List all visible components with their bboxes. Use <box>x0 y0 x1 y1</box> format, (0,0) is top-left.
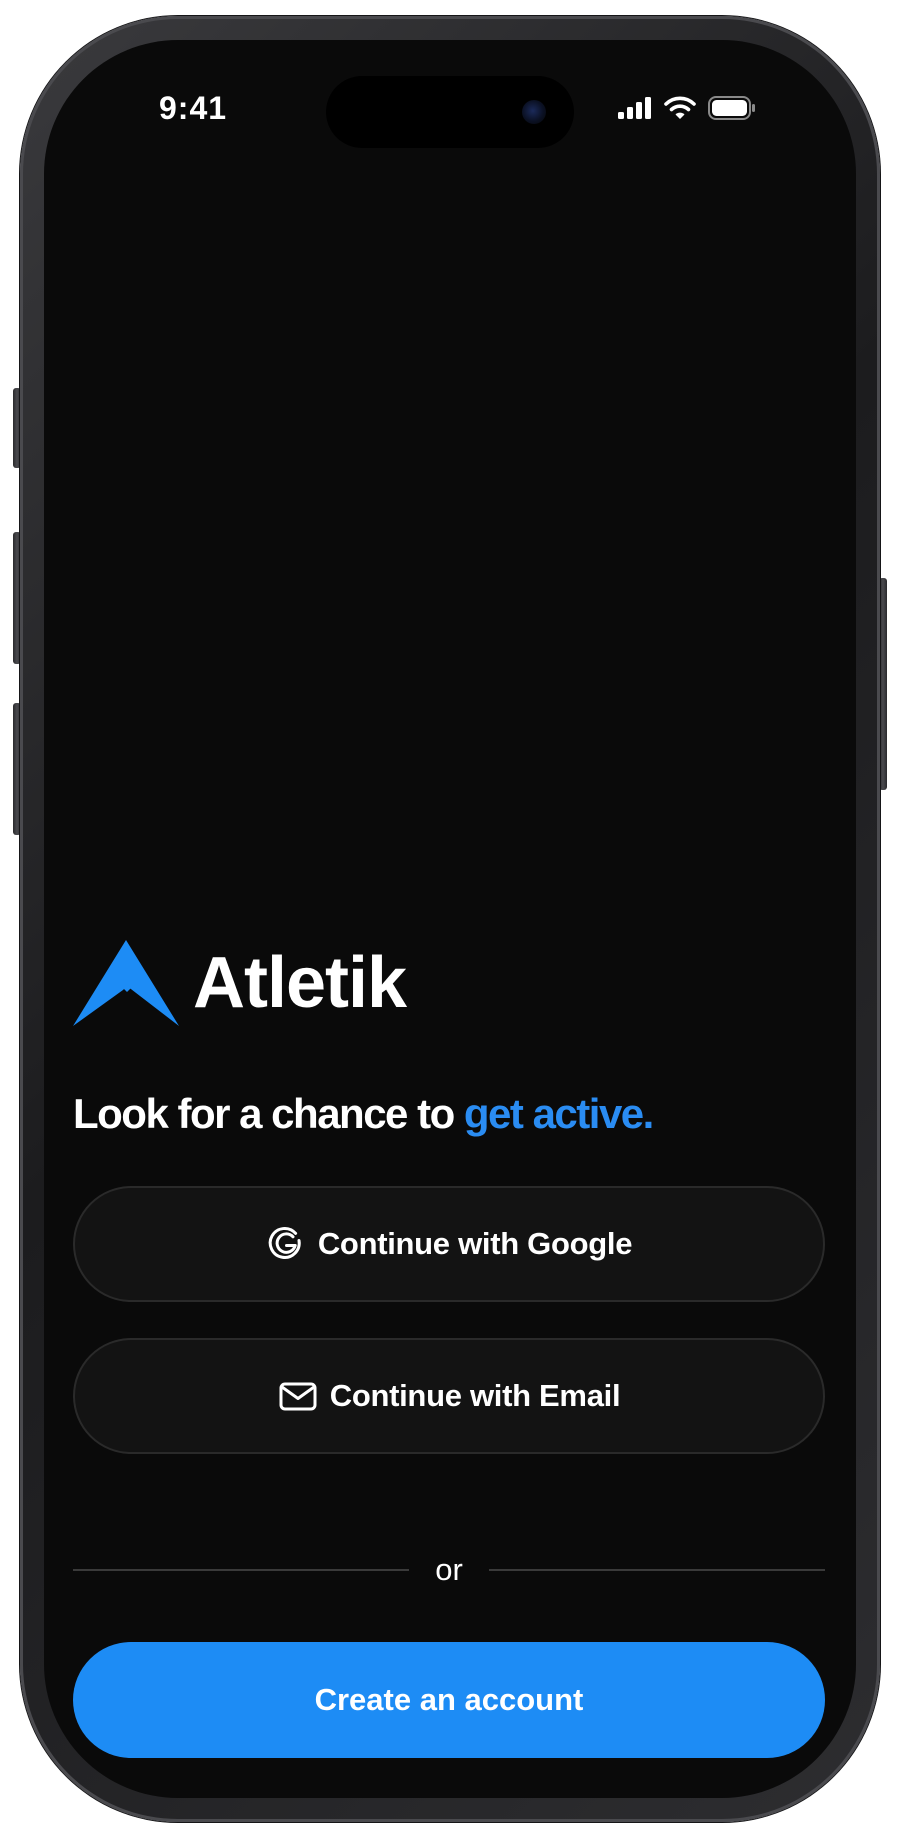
brand-name: Atletik <box>193 943 407 1023</box>
google-button-label: Continue with Google <box>317 1226 633 1261</box>
battery-icon <box>708 96 755 120</box>
tagline: Look for a chance to get active. <box>73 1090 833 1138</box>
divider-text: or <box>435 1552 463 1587</box>
continue-with-email-button[interactable]: Continue with Email <box>73 1338 825 1454</box>
signal-icon <box>618 97 651 119</box>
power-button <box>879 578 887 790</box>
wifi-icon <box>664 96 696 119</box>
brand-lockup: Atletik <box>73 940 407 1026</box>
divider-line-left <box>73 1569 409 1571</box>
create-account-button[interactable]: Create an account <box>73 1642 825 1758</box>
front-camera-icon <box>522 100 546 124</box>
status-icons <box>618 96 756 120</box>
email-button-label: Continue with Email <box>329 1378 621 1413</box>
divider-line-right <box>489 1569 825 1571</box>
google-icon <box>268 1226 301 1259</box>
page: 9:41 Atletik Look for a chance to get ac… <box>0 0 900 1840</box>
status-time: 9:41 <box>159 90 228 126</box>
tagline-highlight: get active. <box>463 1090 654 1137</box>
or-divider: or <box>73 1550 825 1590</box>
tagline-lead: Look for a chance to <box>73 1090 455 1137</box>
continue-with-google-button[interactable]: Continue with Google <box>73 1186 825 1302</box>
envelope-icon <box>279 1382 317 1411</box>
phone-screen: 9:41 Atletik Look for a chance to get ac… <box>44 40 856 1798</box>
mountain-logo-icon <box>73 940 179 1026</box>
dynamic-island <box>326 76 574 148</box>
